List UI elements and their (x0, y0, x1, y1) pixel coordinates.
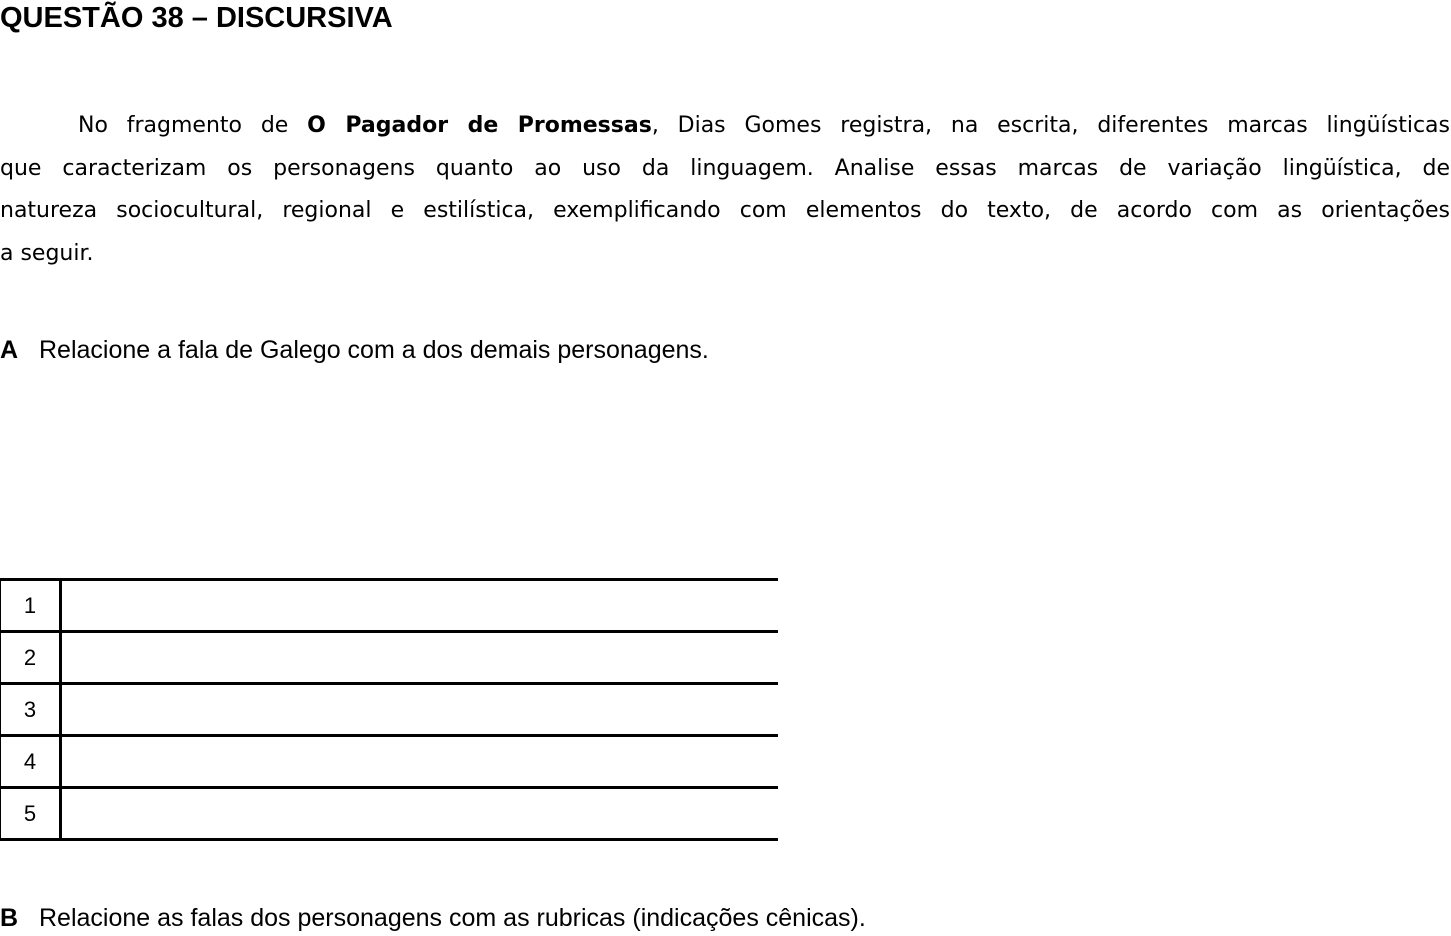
line-number: 4 (0, 734, 62, 789)
statement-text: , Dias Gomes registra, na escrita, difer… (651, 113, 1450, 138)
item-b: B Relacione as falas dos personagens com … (0, 904, 866, 933)
line-number: 1 (0, 578, 62, 633)
item-a: A Relacione a fala de Galego com a dos de… (0, 336, 709, 365)
line-number: 5 (0, 786, 62, 841)
answer-line[interactable] (60, 786, 778, 841)
line-number: 3 (0, 682, 62, 737)
item-letter: B (0, 904, 19, 932)
statement-line: No fragmento de O Pagador de Promessas, … (0, 106, 1450, 149)
statement-line: a seguir. (0, 240, 94, 266)
answer-line[interactable] (60, 630, 778, 685)
work-title: O Pagador de Promessas (307, 113, 652, 138)
statement-text: No fragmento de (78, 113, 308, 138)
item-text: Relacione as falas dos personagens com a… (39, 904, 866, 932)
answer-line[interactable] (60, 734, 778, 789)
answer-line[interactable] (60, 682, 778, 737)
answer-row: 3 (0, 682, 778, 737)
answer-row: 4 (0, 734, 778, 789)
answer-row: 2 (0, 630, 778, 685)
statement-line: natureza sociocultural, regional e estil… (0, 198, 1450, 223)
question-title: QUESTÃO 38 – DISCURSIVA (0, 2, 393, 34)
answer-line[interactable] (60, 578, 778, 633)
answer-row: 5 (0, 786, 778, 841)
line-number: 2 (0, 630, 62, 685)
item-text: Relacione a fala de Galego com a dos dem… (39, 336, 709, 364)
answer-row: 1 (0, 578, 778, 633)
item-letter: A (0, 336, 19, 364)
statement-line: que caracterizam os personagens quanto a… (0, 155, 1450, 181)
question-statement: No fragmento de O Pagador de Promessas, … (0, 106, 1450, 276)
answer-grid: 1 2 3 4 5 (0, 578, 778, 841)
